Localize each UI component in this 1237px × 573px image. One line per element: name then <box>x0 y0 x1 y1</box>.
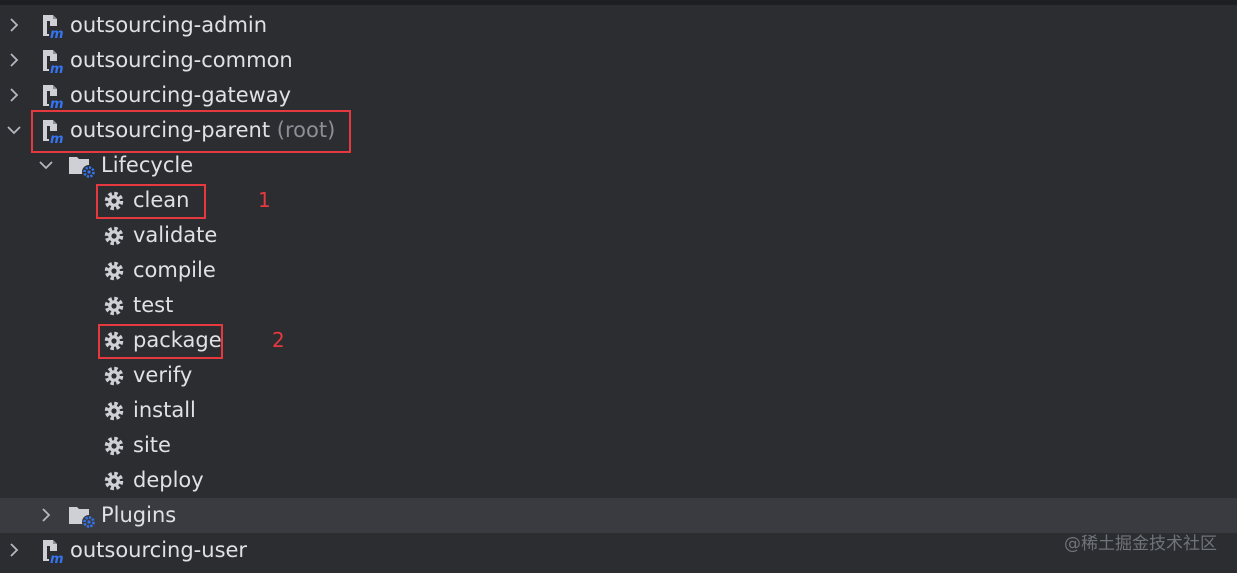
chevron-down-icon[interactable] <box>38 157 54 173</box>
chevron-right-icon[interactable] <box>6 17 22 33</box>
highlight-box-clean <box>96 184 206 219</box>
lifecycle-phase-compile[interactable]: compile <box>0 253 1237 288</box>
phase-label: compile <box>133 258 216 282</box>
maven-module-icon: m <box>40 538 66 567</box>
lifecycle-phase-validate[interactable]: validate <box>0 218 1237 253</box>
chevron-right-icon[interactable] <box>6 542 22 558</box>
watermark: @稀土掘金技术社区 <box>1064 534 1217 554</box>
svg-text:m: m <box>50 27 64 39</box>
tree-row-outsourcing-admin[interactable]: m outsourcing-admin <box>0 8 1237 43</box>
tree-row-lifecycle[interactable]: Lifecycle <box>0 148 1237 183</box>
tree-row-outsourcing-gateway[interactable]: m outsourcing-gateway <box>0 78 1237 113</box>
chevron-right-icon[interactable] <box>6 87 22 103</box>
module-label: outsourcing-common <box>70 48 293 72</box>
phase-label: site <box>133 433 171 457</box>
maven-module-icon: m <box>40 83 66 112</box>
gear-icon <box>103 435 125 457</box>
maven-module-icon: m <box>40 13 66 42</box>
lifecycle-label: Lifecycle <box>101 153 194 177</box>
lifecycle-phase-test[interactable]: test <box>0 288 1237 323</box>
gear-icon <box>103 225 125 247</box>
chevron-down-icon[interactable] <box>6 122 22 138</box>
module-label: outsourcing-gateway <box>70 83 292 107</box>
chevron-right-icon[interactable] <box>38 507 54 523</box>
phase-label: verify <box>133 363 193 387</box>
phase-label: validate <box>133 223 218 247</box>
gear-icon <box>103 260 125 282</box>
chevron-right-icon[interactable] <box>6 52 22 68</box>
tree-row-outsourcing-common[interactable]: m outsourcing-common <box>0 43 1237 78</box>
module-label: outsourcing-admin <box>70 13 268 37</box>
svg-text:m: m <box>50 552 64 564</box>
lifecycle-phase-install[interactable]: install <box>0 393 1237 428</box>
maven-module-icon: m <box>40 48 66 77</box>
annotation-number-2: 2 <box>272 328 285 352</box>
gear-icon <box>103 295 125 317</box>
plugins-label: Plugins <box>101 503 177 527</box>
top-border <box>0 0 1237 5</box>
annotation-number-1: 1 <box>258 188 271 212</box>
lifecycle-phase-site[interactable]: site <box>0 428 1237 463</box>
svg-text:m: m <box>50 62 64 74</box>
highlight-box-package <box>98 324 223 359</box>
gear-icon <box>103 470 125 492</box>
lifecycle-folder-icon <box>68 153 96 179</box>
tree-row-outsourcing-user[interactable]: m outsourcing-user <box>0 533 1237 568</box>
lifecycle-phase-verify[interactable]: verify <box>0 358 1237 393</box>
phase-label: deploy <box>133 468 204 492</box>
tree-row-plugins[interactable]: Plugins <box>0 498 1237 533</box>
lifecycle-phase-deploy[interactable]: deploy <box>0 463 1237 498</box>
phase-label: install <box>133 398 196 422</box>
gear-icon <box>103 365 125 387</box>
module-label: outsourcing-user <box>70 538 248 562</box>
phase-label: test <box>133 293 174 317</box>
gear-icon <box>103 400 125 422</box>
svg-text:m: m <box>50 97 64 109</box>
plugins-folder-icon <box>68 503 96 529</box>
highlight-box-parent <box>31 110 351 153</box>
